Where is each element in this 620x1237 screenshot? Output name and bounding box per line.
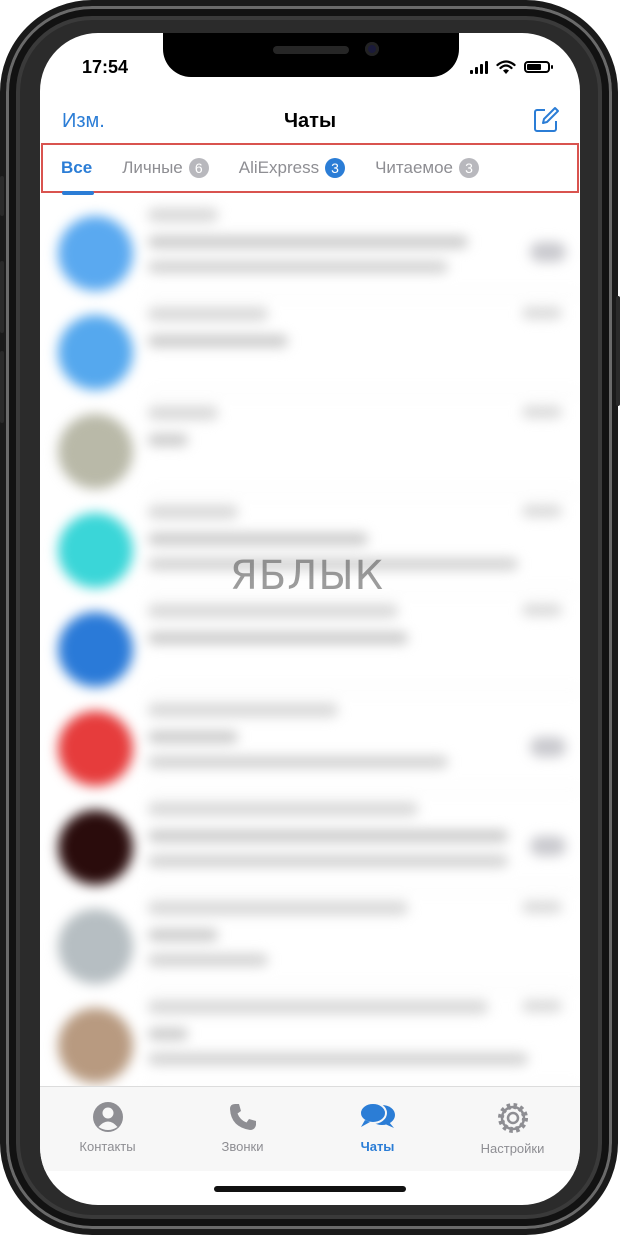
- page-title: Чаты: [283, 110, 337, 132]
- avatar: [58, 1008, 133, 1083]
- tab-bar: Контакты Звонки Чаты Настройки: [40, 1086, 580, 1171]
- status-icons: [470, 57, 553, 77]
- tabbar-settings[interactable]: Настройки: [445, 1087, 580, 1171]
- front-camera: [365, 42, 379, 56]
- avatar: [58, 315, 133, 390]
- mute-switch: [0, 176, 4, 216]
- avatar: [58, 216, 133, 291]
- tab-label: Читаемое: [375, 158, 454, 177]
- compose-icon[interactable]: [532, 106, 560, 134]
- chat-row[interactable]: [40, 889, 580, 988]
- tabbar-contacts[interactable]: Контакты: [40, 1087, 175, 1171]
- tab-label: Личные: [122, 158, 183, 177]
- tab-aliexpress[interactable]: AliExpress 3: [238, 158, 346, 178]
- chat-bubbles-icon: [358, 1102, 395, 1128]
- tab-label: Все: [61, 158, 93, 177]
- avatar: [58, 513, 133, 588]
- chat-row[interactable]: [40, 592, 580, 691]
- unread-badge: 3: [459, 158, 480, 178]
- chat-row[interactable]: [40, 196, 580, 295]
- avatar: [58, 810, 133, 885]
- cellular-signal-icon: [470, 60, 488, 74]
- folder-tabs: Все Личные 6 AliExpress 3 Читаемое 3: [41, 143, 579, 193]
- phone-icon: [229, 1104, 256, 1130]
- tabbar-calls[interactable]: Звонки: [175, 1087, 310, 1171]
- battery-level: [527, 64, 542, 70]
- avatar: [58, 612, 133, 687]
- home-indicator[interactable]: [214, 1186, 406, 1192]
- gear-icon: [497, 1103, 528, 1133]
- tab-reading[interactable]: Читаемое 3: [375, 158, 480, 178]
- unread-badge: 6: [188, 158, 209, 178]
- tabbar-label: Звонки: [221, 1139, 264, 1154]
- tabbar-label: Настройки: [480, 1141, 545, 1156]
- unread-badge: 3: [325, 158, 346, 178]
- chat-row[interactable]: [40, 790, 580, 889]
- tab-personal[interactable]: Личные 6: [122, 158, 209, 178]
- speaker: [273, 46, 349, 54]
- tab-all[interactable]: Все: [61, 158, 92, 178]
- tabbar-label: Чаты: [360, 1139, 395, 1154]
- status-time: 17:54: [82, 57, 129, 77]
- avatar: [58, 414, 133, 489]
- chat-row[interactable]: [40, 295, 580, 394]
- avatar: [58, 909, 133, 984]
- chat-row[interactable]: [40, 394, 580, 493]
- notch: [163, 33, 459, 77]
- battery-icon: [524, 61, 553, 73]
- chat-list[interactable]: [40, 196, 580, 1086]
- chat-row[interactable]: [40, 988, 580, 1086]
- avatar: [58, 711, 133, 786]
- active-tab-indicator: [62, 191, 94, 195]
- tabbar-chats[interactable]: Чаты: [310, 1087, 445, 1171]
- phone-screen: 17:54 Изм. Чаты Все Личные 6 AliExpress …: [40, 33, 580, 1205]
- power-button: [616, 296, 620, 406]
- wifi-icon: [496, 59, 516, 74]
- person-icon: [92, 1102, 123, 1132]
- chat-row[interactable]: [40, 691, 580, 790]
- tabbar-label: Контакты: [79, 1139, 136, 1154]
- tab-label: AliExpress: [238, 158, 320, 177]
- volume-down-button: [0, 351, 4, 423]
- watermark: ЯБЛЫК: [230, 553, 385, 599]
- volume-up-button: [0, 261, 4, 333]
